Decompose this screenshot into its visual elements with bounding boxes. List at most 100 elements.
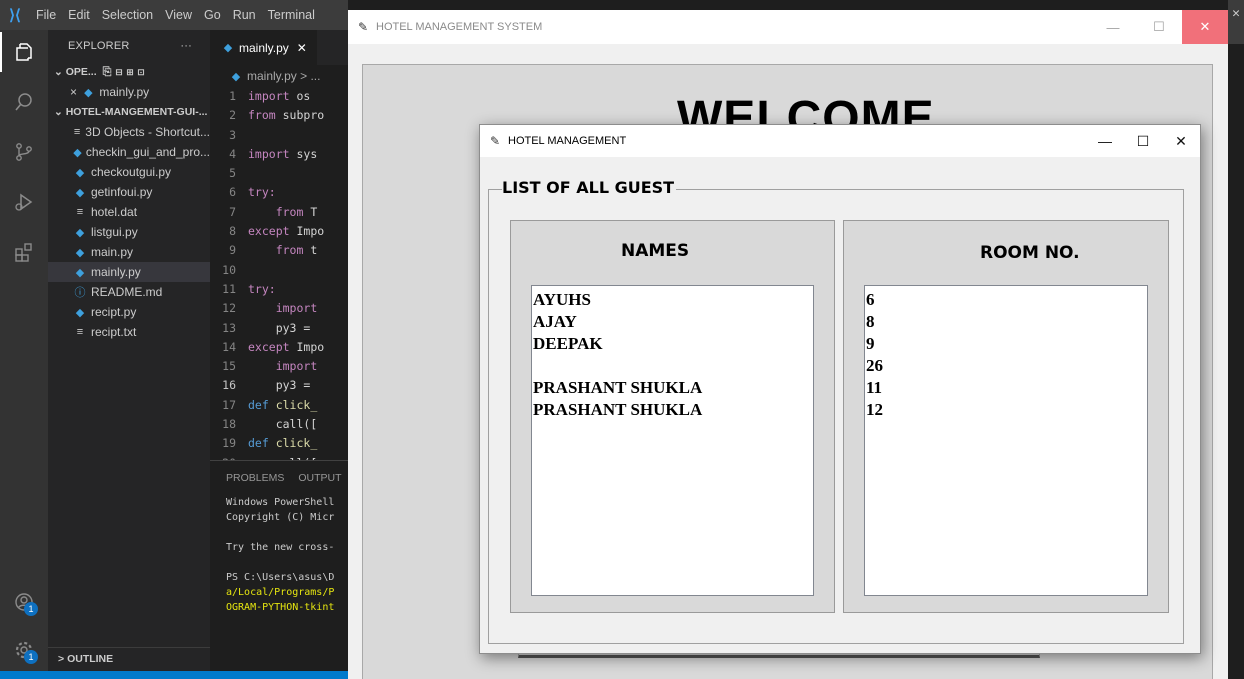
code-line: 2 from subpro: [210, 106, 348, 125]
code-area[interactable]: 1 import os 2 from subpro 3 4 import sys 5 6 try:…: [210, 87, 348, 492]
room-number-item[interactable]: 9: [866, 333, 1146, 355]
room-number-item[interactable]: 6: [866, 289, 1146, 311]
guest-name-item[interactable]: [533, 355, 812, 377]
line-number: 16: [222, 378, 236, 393]
source-control-icon[interactable]: [0, 132, 48, 172]
menu-edit[interactable]: Edit: [62, 8, 96, 22]
file-item[interactable]: ≡ recipt.txt: [48, 322, 210, 342]
code-text: import: [275, 359, 318, 374]
run-debug-icon[interactable]: [0, 182, 48, 222]
terminal-panel: PROBLEMS OUTPUT Windows PowerShell Copyri…: [210, 460, 348, 679]
room-number-item[interactable]: 11: [866, 377, 1146, 399]
main-titlebar[interactable]: ✎ HOTEL MANAGEMENT SYSTEM — ☐ ✕: [348, 10, 1228, 44]
line-number: 2: [229, 108, 236, 123]
guest-name-item[interactable]: AJAY: [533, 311, 812, 333]
file-item[interactable]: ◆ recipt.py: [48, 302, 210, 322]
tab-problems[interactable]: PROBLEMS: [226, 472, 284, 484]
terminal-line: Windows PowerShell: [226, 497, 335, 508]
manage-gear-icon[interactable]: 1: [0, 630, 48, 670]
tab-output[interactable]: OUTPUT: [298, 472, 341, 484]
code-text: def click_: [248, 436, 318, 451]
file-item[interactable]: ◆ checkoutgui.py: [48, 162, 210, 182]
search-icon[interactable]: [0, 82, 48, 122]
line-number: 11: [222, 281, 236, 296]
code-text: py3 =: [248, 378, 318, 393]
code-line: 17 def click_: [210, 396, 348, 415]
room-number-item[interactable]: 12: [866, 399, 1146, 421]
code-text: call([: [248, 417, 318, 432]
outline-section[interactable]: > OUTLINE: [48, 647, 210, 669]
explorer-toolbar-icons[interactable]: ⎘⊟⊞⊡: [103, 66, 149, 79]
minimize-button[interactable]: —: [1090, 10, 1136, 44]
file-item-label: getinfoui.py: [91, 185, 153, 199]
code-line: 3: [210, 126, 348, 145]
file-list: ≡ 3D Objects - Shortcut... ◆ checkin_gui_an…: [48, 122, 210, 342]
explorer-files-icon[interactable]: [0, 32, 48, 72]
menu-selection[interactable]: Selection: [96, 8, 159, 22]
maximize-button[interactable]: ☐: [1136, 10, 1182, 44]
python-file-icon: ◆: [73, 146, 82, 159]
info-icon: ⓘ: [74, 287, 86, 299]
file-item[interactable]: ◆ main.py: [48, 242, 210, 262]
rooms-listbox[interactable]: 6 8 9 26 11 12: [864, 285, 1148, 596]
file-item[interactable]: ≡ 3D Objects - Shortcut...: [48, 122, 210, 142]
feather-icon: ✎: [357, 20, 369, 34]
accounts-icon[interactable]: 1: [0, 582, 48, 622]
menu-go[interactable]: Go: [198, 8, 227, 22]
close-icon[interactable]: ✕: [297, 41, 307, 55]
file-item[interactable]: ⓘ README.md: [48, 282, 210, 302]
code-line: 16 py3 =: [210, 376, 348, 395]
line-number: 1: [229, 89, 236, 103]
python-file-icon: ◆: [75, 226, 85, 239]
open-editor-item[interactable]: × ◆ mainly.py: [48, 82, 210, 102]
room-number-item[interactable]: 8: [866, 311, 1146, 333]
maximize-button[interactable]: ☐: [1124, 125, 1162, 157]
explorer-header: EXPLORER ···: [48, 30, 210, 62]
open-editors-section[interactable]: ⌄ OPE... ⎘⊟⊞⊡: [48, 62, 210, 82]
room-number-item[interactable]: 26: [866, 355, 1146, 377]
feather-icon: ✎: [489, 134, 501, 148]
names-listbox[interactable]: AYUHS AJAY DEEPAK PRASHANT SHUKLA PRASHANT S…: [531, 285, 814, 596]
close-icon[interactable]: ✕: [1228, 0, 1244, 44]
minimize-button[interactable]: —: [1086, 125, 1124, 157]
terminal-line: PS C:\Users\asus\D: [226, 572, 335, 583]
file-item-label: main.py: [91, 245, 134, 259]
menu-terminal[interactable]: Terminal: [262, 8, 321, 22]
guest-name-item[interactable]: DEEPAK: [533, 333, 812, 355]
editor-tab[interactable]: ◆ mainly.py ✕: [210, 30, 317, 65]
accounts-badge: 1: [24, 602, 38, 616]
close-icon[interactable]: ×: [70, 85, 80, 99]
guest-name-item[interactable]: PRASHANT SHUKLA: [533, 399, 812, 421]
menu-view[interactable]: View: [159, 8, 198, 22]
file-item[interactable]: ◆ mainly.py: [48, 262, 210, 282]
guest-name-item[interactable]: AYUHS: [533, 289, 812, 311]
code-text: from T: [275, 204, 318, 219]
extensions-icon[interactable]: [0, 232, 48, 272]
menu-file[interactable]: File: [30, 8, 62, 22]
explorer-sidebar: EXPLORER ··· ⌄ OPE... ⎘⊟⊞⊡ × ◆ mainly.py…: [48, 30, 210, 679]
folder-section[interactable]: ⌄ HOTEL-MANGEMENT-GUI-...: [48, 102, 210, 122]
text-file-icon: ≡: [76, 326, 84, 338]
close-button[interactable]: ✕: [1162, 125, 1200, 157]
file-item[interactable]: ≡ hotel.dat: [48, 202, 210, 222]
code-line: 11 try:: [210, 280, 348, 299]
line-number: 10: [222, 262, 236, 277]
chevron-down-icon: ⌄: [54, 106, 66, 118]
guest-name-item[interactable]: PRASHANT SHUKLA: [533, 377, 812, 399]
breadcrumb[interactable]: ◆ mainly.py > ...: [210, 65, 348, 87]
close-button[interactable]: ✕: [1182, 10, 1228, 44]
file-item[interactable]: ◆ checkin_gui_and_pro...: [48, 142, 210, 162]
line-number: 7: [229, 204, 236, 219]
file-item[interactable]: ◆ listgui.py: [48, 222, 210, 242]
file-item[interactable]: ◆ getinfoui.py: [48, 182, 210, 202]
line-number: 8: [229, 224, 236, 239]
dialog-titlebar[interactable]: ✎ HOTEL MANAGEMENT — ☐ ✕: [480, 125, 1200, 157]
menu-run[interactable]: Run: [227, 8, 262, 22]
file-item-label: recipt.py: [91, 305, 137, 319]
breadcrumb-label: mainly.py > ...: [247, 69, 321, 83]
explorer-more-button[interactable]: ···: [180, 40, 192, 52]
code-line: 19 def click_: [210, 434, 348, 453]
terminal-output[interactable]: Windows PowerShell Copyright (C) Micr Try…: [210, 495, 348, 615]
code-line: 1 import os: [210, 87, 348, 106]
